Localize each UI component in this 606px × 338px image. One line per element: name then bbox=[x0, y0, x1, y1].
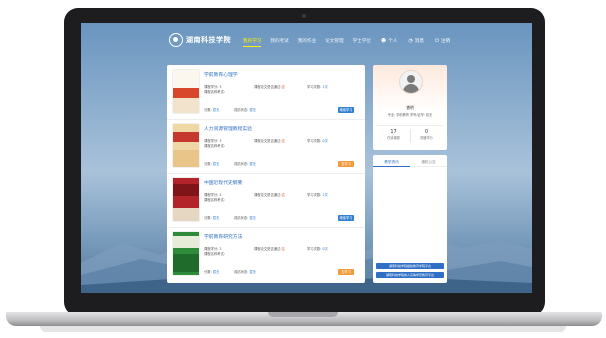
course-action-button[interactable]: 去学习 bbox=[338, 269, 354, 275]
course-status: 成绩状态: 暂无 bbox=[234, 108, 256, 112]
camera-icon bbox=[302, 14, 306, 18]
course-card: 学前教育研究方法 课程学分: 3 课程名称考试: 课程论文是否通过:否 学习次数… bbox=[167, 227, 365, 281]
logo-emblem-icon bbox=[169, 33, 183, 47]
course-paper-status: 课程论文是否通过:否 bbox=[254, 247, 285, 251]
course-attempts: 学习次数: 1次 bbox=[307, 85, 328, 89]
course-title[interactable]: 中国近现代史纲要 bbox=[204, 179, 242, 186]
nav-profile-label: 个人 bbox=[388, 39, 398, 44]
link-adult-education[interactable]: 湖南科技学院成人高等学历教育平台 bbox=[376, 272, 444, 278]
nav-my-homework[interactable]: 我的作业 bbox=[298, 38, 316, 44]
course-status: 成绩状态: 暂无 bbox=[234, 216, 256, 220]
avatar[interactable] bbox=[399, 70, 423, 94]
course-paper-status: 课程论文是否通过:否 bbox=[254, 193, 285, 197]
course-exam: 课程名称考试: bbox=[204, 252, 225, 256]
nav-user-area: ☻ 个人 ◔ 消息 ⏻ 注销 bbox=[381, 38, 450, 44]
course-score: 分数: 暂无 bbox=[204, 162, 220, 166]
stat-label: 在读课程 bbox=[387, 136, 400, 140]
nav-messages-label: 消息 bbox=[414, 39, 424, 44]
profile-stats: 17 在读课程 0 暂缓学分 bbox=[377, 125, 443, 146]
nav-my-study[interactable]: 我的学习 bbox=[243, 38, 262, 47]
course-cover-image bbox=[173, 232, 199, 275]
screen: 湖南科技学院 我的学习 我的考试 我的作业 论文管理 学士学位 ☻ 个人 ◔ 消息 … bbox=[81, 23, 532, 293]
profile-info: 专业: 学前教育 学号/证号: 暂无 bbox=[387, 113, 433, 117]
nav-thesis[interactable]: 论文管理 bbox=[325, 38, 343, 44]
course-status: 成绩状态: 暂无 bbox=[234, 270, 256, 274]
profile-name: 曾明 bbox=[406, 105, 414, 110]
tab-announcements[interactable]: 通知公告 bbox=[410, 158, 447, 167]
course-paper-status: 课程论文是否通过:否 bbox=[254, 85, 285, 89]
nav-links: 我的学习 我的考试 我的作业 论文管理 学士学位 bbox=[243, 38, 371, 47]
laptop-notch bbox=[268, 312, 338, 317]
course-cover-image bbox=[173, 70, 199, 113]
course-title[interactable]: 学前教育研究方法 bbox=[204, 233, 242, 240]
link-continuing-education[interactable]: 湖南科技学院继续教育学院平台 bbox=[376, 263, 444, 269]
laptop-shadow bbox=[40, 326, 566, 332]
stat-credits[interactable]: 0 暂缓学分 bbox=[410, 129, 443, 140]
bell-icon: ◔ bbox=[408, 37, 413, 44]
course-score: 分数: 暂无 bbox=[204, 108, 220, 112]
nav-messages[interactable]: ◔ 消息 bbox=[408, 38, 424, 44]
course-paper-status: 课程论文是否通过:否 bbox=[254, 139, 285, 143]
top-navbar: 湖南科技学院 我的学习 我的考试 我的作业 论文管理 学士学位 ☻ 个人 ◔ 消息 … bbox=[81, 23, 532, 63]
course-card: 学前教育心理学 课程学分: 3 课程名称考试: 课程论文是否通过:否 学习次数:… bbox=[167, 65, 365, 120]
user-icon bbox=[407, 75, 415, 83]
logo-text: 湖南科技学院 bbox=[186, 35, 231, 44]
course-attempts: 学习次数: 0次 bbox=[307, 247, 328, 251]
nav-logout-label: 注销 bbox=[440, 39, 451, 44]
course-title[interactable]: 人力资源管理教程实验 bbox=[204, 125, 252, 132]
course-cover-image bbox=[173, 178, 199, 221]
course-score: 分数: 暂无 bbox=[204, 216, 220, 220]
course-exam: 课程名称考试: bbox=[204, 198, 225, 202]
nav-degree[interactable]: 学士学位 bbox=[353, 38, 371, 44]
course-score: 分数: 暂无 bbox=[204, 270, 220, 274]
nav-profile[interactable]: ☻ 个人 bbox=[381, 38, 397, 44]
course-status: 成绩状态: 暂无 bbox=[234, 162, 256, 166]
course-exam: 课程名称考试: bbox=[204, 144, 225, 148]
nav-logout[interactable]: ⏻ 注销 bbox=[435, 38, 450, 44]
course-cover-image bbox=[173, 124, 199, 167]
course-action-button[interactable]: 去学习 bbox=[338, 161, 354, 167]
profile-card: 曾明 专业: 学前教育 学号/证号: 暂无 17 在读课程 0 暂缓学分 bbox=[373, 65, 447, 150]
course-list: 学前教育心理学 课程学分: 3 课程名称考试: 课程论文是否通过:否 学习次数:… bbox=[167, 65, 365, 283]
course-card: 中国近现代史纲要 课程学分: 3 课程名称考试: 课程论文是否通过:否 学习次数… bbox=[167, 173, 365, 228]
notice-panel: 教学资讯 通知公告 湖南科技学院继续教育学院平台 湖南科技学院成人高等学历教育平… bbox=[373, 155, 447, 283]
course-title[interactable]: 学前教育心理学 bbox=[204, 71, 238, 78]
stat-label: 暂缓学分 bbox=[420, 136, 433, 140]
course-exam: 课程名称考试: bbox=[204, 90, 225, 94]
course-action-button[interactable]: 继续学习 bbox=[338, 107, 354, 113]
course-attempts: 学习次数: 0次 bbox=[307, 139, 328, 143]
person-icon: ☻ bbox=[381, 37, 387, 44]
course-action-button[interactable]: 继续学习 bbox=[338, 215, 354, 221]
tab-teaching-news[interactable]: 教学资讯 bbox=[373, 158, 410, 167]
stat-courses[interactable]: 17 在读课程 bbox=[377, 129, 410, 140]
course-attempts: 学习次数: 1次 bbox=[307, 193, 328, 197]
nav-my-exams[interactable]: 我的考试 bbox=[270, 38, 288, 44]
power-icon: ⏻ bbox=[435, 37, 439, 44]
course-card: 人力资源管理教程实验 课程学分: 3 课程名称考试: 课程论文是否通过:否 学习… bbox=[167, 119, 365, 174]
notice-tabs: 教学资讯 通知公告 bbox=[373, 158, 447, 167]
site-logo[interactable]: 湖南科技学院 bbox=[169, 33, 231, 47]
